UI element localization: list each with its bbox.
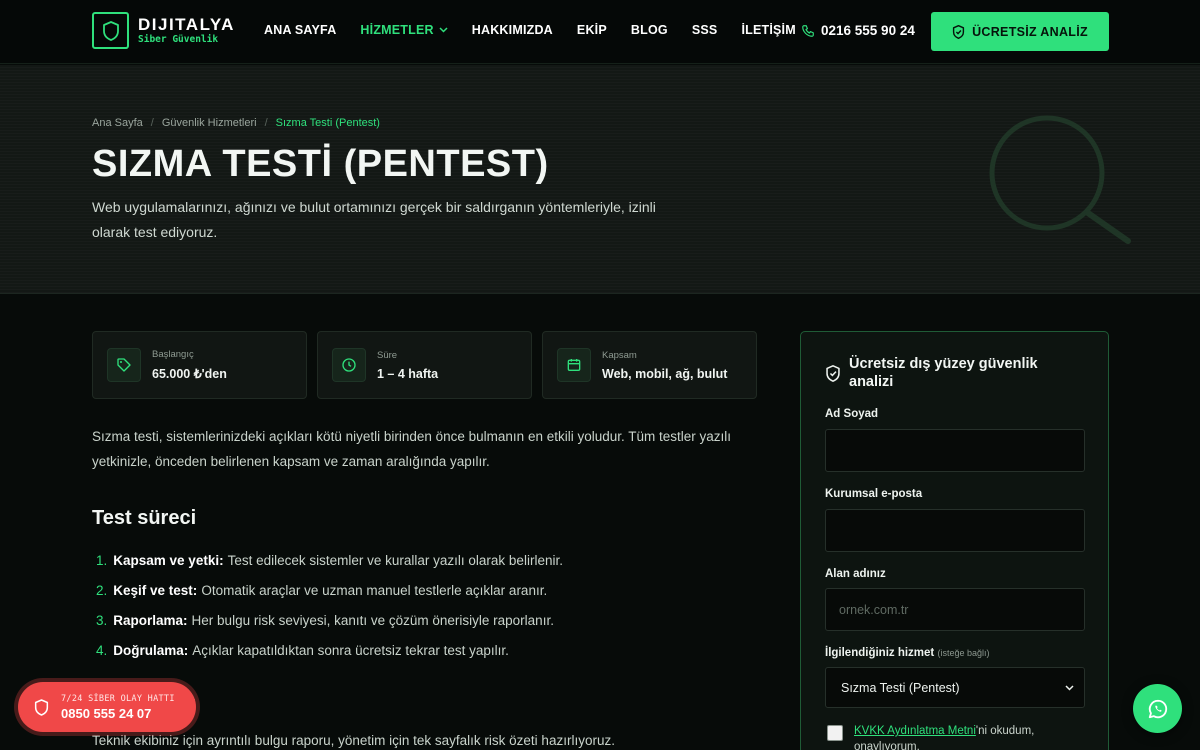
stat-value: 65.000 ₺'den bbox=[152, 367, 227, 381]
breadcrumb: Ana Sayfa / Güvenlik Hizmetleri / Sızma … bbox=[92, 117, 380, 129]
kvkk-consent: KVKK Aydınlatma Metni'ni okudum, onaylıy… bbox=[827, 723, 1074, 750]
shield-check-icon bbox=[952, 24, 965, 39]
emergency-phone: 0850 555 24 07 bbox=[61, 705, 152, 721]
hero-description: Web uygulamalarınızı, ağınızı ve bulut o… bbox=[92, 199, 656, 240]
service-select[interactable]: Sızma Testi (Pentest) bbox=[825, 667, 1085, 708]
nav-faq[interactable]: SSS bbox=[692, 23, 718, 37]
nav-contact[interactable]: İLETİŞİM bbox=[741, 23, 795, 37]
shield-icon bbox=[34, 698, 49, 716]
nav-blog[interactable]: BLOG bbox=[631, 23, 668, 37]
header-phone-number: 0216 555 90 24 bbox=[821, 23, 915, 38]
brand-logo[interactable]: DIJITALYA Siber Güvenlik bbox=[92, 12, 235, 49]
service-select-value: Sızma Testi (Pentest) bbox=[841, 680, 960, 695]
stat-label: Kapsam bbox=[602, 349, 637, 361]
chevron-down-icon bbox=[439, 27, 448, 33]
list-item: 2. Keşif ve test: Otomatik araçlar ve uz… bbox=[96, 575, 563, 605]
step-title: Doğrulama: bbox=[113, 642, 189, 658]
step-number: 3. bbox=[96, 612, 108, 628]
free-analysis-button[interactable]: ÜCRETSİZ ANALİZ bbox=[931, 12, 1109, 51]
breadcrumb-separator: / bbox=[150, 117, 154, 129]
site-header: DIJITALYA Siber Güvenlik ANA SAYFA HİZME… bbox=[0, 0, 1200, 64]
stat-card-start-price: Başlangıç 65.000 ₺'den bbox=[92, 331, 307, 399]
brand-tagline: Siber Güvenlik bbox=[138, 34, 219, 45]
main-nav: ANA SAYFA HİZMETLER HAKKIMIZDA EKİP BLOG… bbox=[264, 23, 820, 37]
kvkk-checkbox[interactable] bbox=[827, 725, 843, 741]
nav-services[interactable]: HİZMETLER bbox=[360, 23, 448, 37]
list-item: 3. Raporlama: Her bulgu risk seviyesi, k… bbox=[96, 605, 563, 635]
shield-check-icon bbox=[826, 365, 840, 382]
nav-about[interactable]: HAKKIMIZDA bbox=[472, 23, 553, 37]
free-analysis-label: ÜCRETSİZ ANALİZ bbox=[972, 24, 1088, 39]
breadcrumb-current: Sızma Testi (Pentest) bbox=[275, 117, 380, 129]
step-text: Açıklar kapatıldıktan sonra ücretsiz tek… bbox=[192, 642, 509, 658]
stat-card-scope: Kapsam Web, mobil, ağ, bulut bbox=[542, 331, 757, 399]
step-number: 2. bbox=[96, 582, 108, 598]
step-title: Kapsam ve yetki: bbox=[113, 552, 224, 568]
stat-value: 1 – 4 hafta bbox=[377, 366, 439, 381]
list-item: 4. Doğrulama: Açıklar kapatıldıktan sonr… bbox=[96, 635, 563, 665]
chevron-down-icon bbox=[1065, 684, 1074, 691]
hero-section: Ana Sayfa / Güvenlik Hizmetleri / Sızma … bbox=[0, 65, 1200, 294]
service-label-text: İlgilendiğiniz hizmet bbox=[825, 647, 935, 659]
emergency-label: 7/24 SİBER OLAY HATTI bbox=[61, 693, 175, 704]
process-heading: Test süreci bbox=[92, 507, 197, 529]
service-label: İlgilendiğiniz hizmet (isteğe bağlı) bbox=[825, 647, 989, 659]
shield-logo-icon bbox=[92, 12, 129, 49]
process-steps: 1. Kapsam ve yetki: Test edilecek sistem… bbox=[96, 545, 563, 665]
form-title-text: Ücretsiz dış yüzey güvenlik analizi bbox=[849, 356, 1038, 390]
step-number: 4. bbox=[96, 642, 108, 658]
stat-card-duration: Süre 1 – 4 hafta bbox=[317, 331, 532, 399]
step-text: Test edilecek sistemler ve kurallar yazı… bbox=[227, 552, 563, 568]
breadcrumb-home[interactable]: Ana Sayfa bbox=[92, 117, 143, 129]
step-title: Keşif ve test: bbox=[113, 582, 198, 598]
whatsapp-button[interactable] bbox=[1133, 684, 1182, 733]
domain-input[interactable] bbox=[825, 588, 1085, 631]
email-input[interactable] bbox=[825, 509, 1085, 552]
list-item: 1. Kapsam ve yetki: Test edilecek sistem… bbox=[96, 545, 563, 575]
nav-services-label: HİZMETLER bbox=[360, 23, 434, 37]
step-number: 1. bbox=[96, 552, 108, 568]
emergency-hotline-button[interactable]: 7/24 SİBER OLAY HATTI 0850 555 24 07 bbox=[18, 682, 196, 732]
calendar-icon bbox=[557, 348, 591, 382]
free-analysis-form: Ücretsiz dış yüzey güvenlik analizi Ad S… bbox=[800, 331, 1109, 750]
domain-label: Alan adınız bbox=[825, 568, 886, 580]
intro-paragraph: Sızma testi, sistemlerinizdeki açıkları … bbox=[92, 429, 732, 469]
tag-icon bbox=[107, 348, 141, 382]
name-label: Ad Soyad bbox=[825, 408, 879, 420]
step-text: Otomatik araçlar ve uzman manuel testler… bbox=[201, 582, 548, 598]
breadcrumb-section[interactable]: Güvenlik Hizmetleri bbox=[162, 117, 257, 129]
header-phone-link[interactable]: 0216 555 90 24 bbox=[801, 23, 915, 38]
magnifier-icon bbox=[989, 115, 1131, 244]
service-optional-hint: (isteğe bağlı) bbox=[937, 648, 990, 658]
email-label: Kurumsal e-posta bbox=[825, 488, 923, 500]
step-text: Her bulgu risk seviyesi, kanıtı ve çözüm… bbox=[191, 612, 554, 628]
step-title: Raporlama: bbox=[113, 612, 188, 628]
whatsapp-icon bbox=[1148, 699, 1167, 718]
nav-home[interactable]: ANA SAYFA bbox=[264, 23, 336, 37]
stat-label: Süre bbox=[377, 349, 398, 361]
brand-name: DIJITALYA bbox=[138, 15, 235, 34]
nav-team[interactable]: EKİP bbox=[577, 23, 607, 37]
name-input[interactable] bbox=[825, 429, 1085, 472]
kvkk-text: KVKK Aydınlatma Metni'ni okudum, onaylıy… bbox=[854, 723, 1074, 750]
form-title: Ücretsiz dış yüzey güvenlik analizi bbox=[825, 355, 1069, 391]
stat-label: Başlangıç bbox=[152, 349, 194, 360]
clock-icon bbox=[332, 348, 366, 382]
service-stats: Başlangıç 65.000 ₺'den Süre 1 – 4 hafta … bbox=[92, 331, 757, 399]
breadcrumb-separator: / bbox=[264, 117, 268, 129]
kvkk-link[interactable]: KVKK Aydınlatma Metni bbox=[854, 725, 976, 737]
report-paragraph: Teknik ekibiniz için ayrıntılı bulgu rap… bbox=[92, 733, 615, 748]
phone-icon bbox=[802, 24, 814, 37]
stat-value: Web, mobil, ağ, bulut bbox=[602, 366, 728, 381]
page-title: SIZMA TESTİ (PENTEST) bbox=[92, 143, 549, 185]
